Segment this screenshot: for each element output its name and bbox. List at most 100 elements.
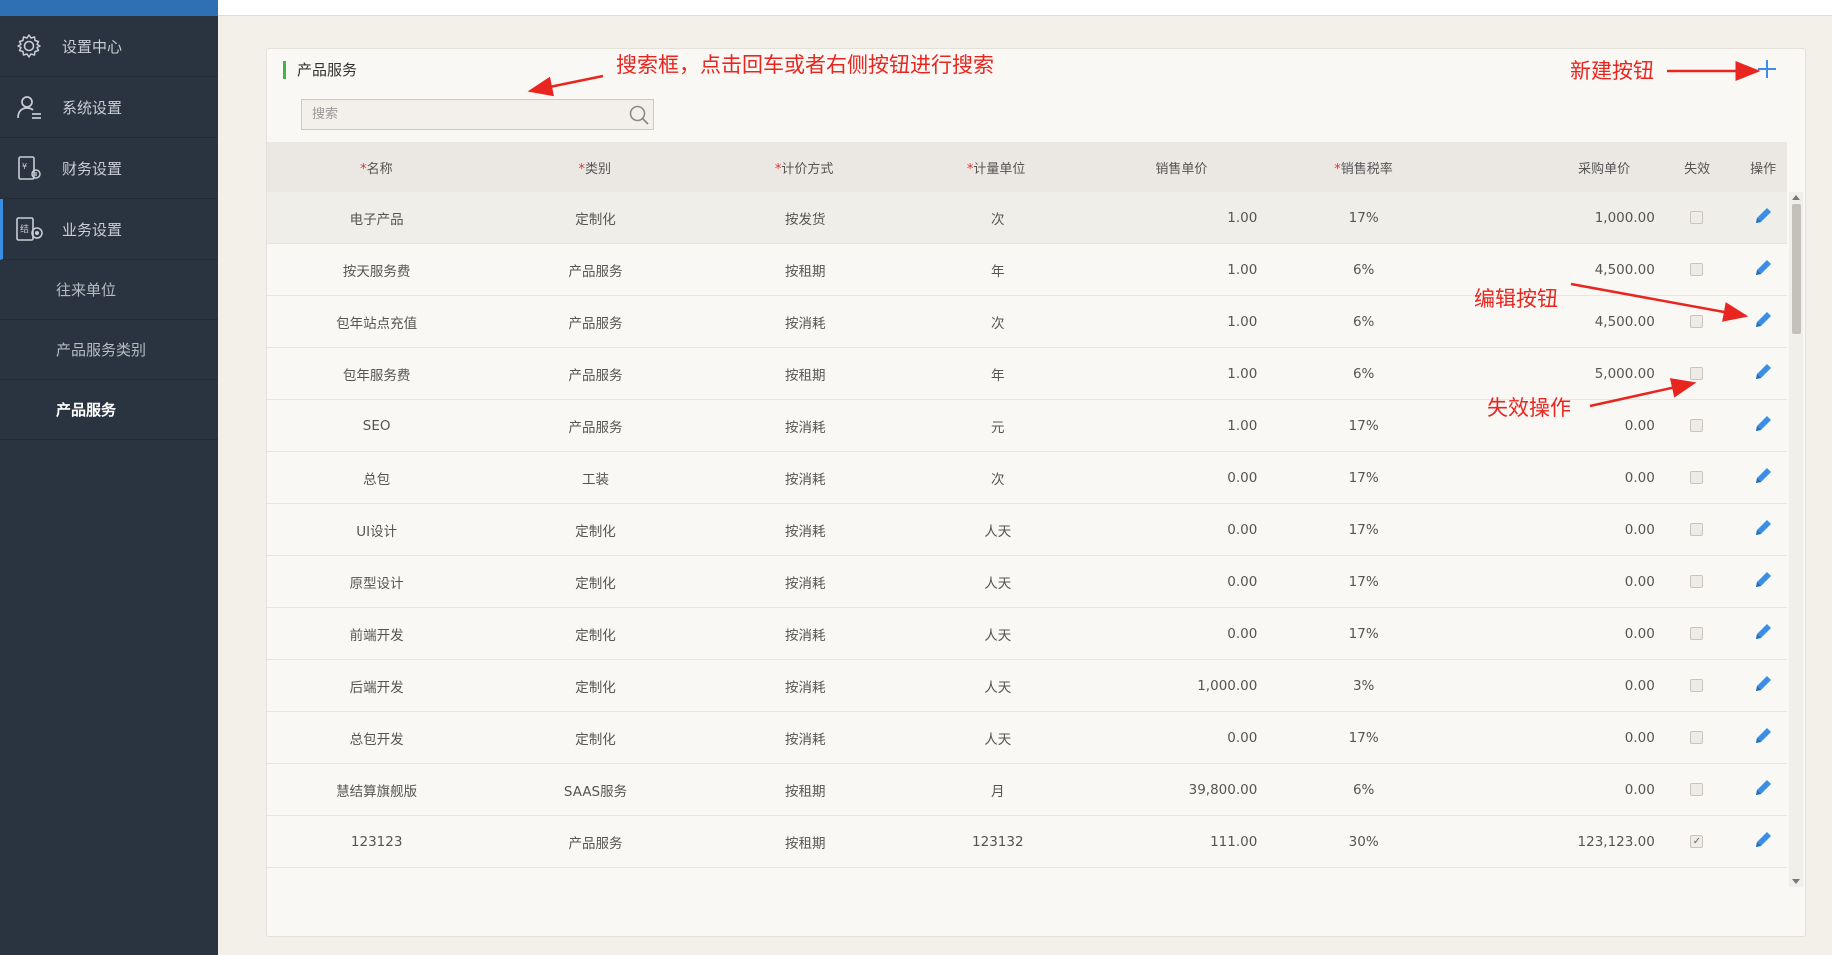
sidebar-subitem-product-categories[interactable]: 产品服务类别 [0,320,218,380]
cell-pricing: 按消耗 [785,731,826,748]
table-row[interactable]: UI设计 定制化 按消耗 人天 0.00 17% 0.00 [267,504,1787,556]
cell-name: 总包 [363,471,391,488]
col-header-type[interactable]: *类别 [486,158,704,177]
cell-invalid [1655,471,1739,484]
invalid-checkbox[interactable] [1690,575,1704,588]
table-row[interactable]: 慧结算旗舰版 SAAS服务 按租期 月 39,800.00 6% 0.00 [267,764,1787,816]
cell-action [1739,361,1787,387]
table-row[interactable]: 电子产品 定制化 按发货 次 1.00 17% 1,000.00 [267,192,1787,244]
cell-sale-price: 1.00 [1227,209,1258,226]
cell-unit: 123132 [972,833,1024,850]
sidebar-subitem-products[interactable]: 产品服务 [0,380,218,440]
edit-pencil-icon[interactable] [1752,569,1774,591]
table-row[interactable]: 总包 工装 按消耗 次 0.00 17% 0.00 [267,452,1787,504]
sidebar-item-finance-settings[interactable]: ¥ 财务设置 [0,138,218,199]
invalid-checkbox[interactable] [1690,523,1704,536]
cell-type: 产品服务 [568,263,623,280]
invalid-checkbox[interactable] [1690,263,1704,276]
cell-action [1739,257,1787,283]
cell-sale-price: 0.00 [1227,469,1258,486]
table-row[interactable]: 按天服务费 产品服务 按租期 年 1.00 6% 4,500.00 [267,244,1787,296]
table-row[interactable]: 后端开发 定制化 按消耗 人天 1,000.00 3% 0.00 [267,660,1787,712]
edit-pencil-icon[interactable] [1752,725,1774,747]
sidebar-item-label: 财务设置 [62,159,123,178]
svg-text:¥: ¥ [22,162,27,171]
cell-tax: 30% [1348,833,1379,850]
cell-invalid [1655,783,1739,796]
edit-pencil-icon[interactable] [1752,413,1774,435]
cell-purchase-price: 0.00 [1624,625,1655,642]
edit-pencil-icon[interactable] [1752,777,1774,799]
edit-pencil-icon[interactable] [1752,829,1774,851]
cell-name: 包年站点充值 [336,315,418,332]
cell-name: 前端开发 [349,627,404,644]
table-row[interactable]: 123123 产品服务 按租期 123132 111.00 30% 123,12… [267,816,1787,868]
cell-pricing: 按消耗 [785,471,826,488]
col-header-invalid[interactable]: 失效 [1655,158,1739,177]
table-row[interactable]: 总包开发 定制化 按消耗 人天 0.00 17% 0.00 [267,712,1787,764]
col-header-sale-price[interactable]: 销售单价 [1088,158,1257,177]
cell-type: 定制化 [575,211,616,228]
search-input[interactable] [302,100,653,129]
cell-purchase-price: 1,000.00 [1594,209,1655,226]
scroll-thumb[interactable] [1792,204,1801,334]
invalid-checkbox[interactable] [1690,367,1704,380]
cell-tax: 17% [1348,521,1379,538]
sidebar-item-settings-center[interactable]: 设置中心 [0,16,218,77]
edit-pencil-icon[interactable] [1752,465,1774,487]
cell-sale-price: 0.00 [1227,625,1258,642]
cell-type: 定制化 [575,523,616,540]
col-header-purchase-price[interactable]: 采购单价 [1470,158,1656,177]
add-button[interactable] [1755,57,1779,81]
search-icon[interactable] [628,104,650,126]
cell-type: 定制化 [575,731,616,748]
invalid-checkbox[interactable] [1690,783,1704,796]
invalid-checkbox[interactable] [1690,211,1704,224]
cell-pricing: 按消耗 [785,419,826,436]
table-row[interactable]: 包年站点充值 产品服务 按消耗 次 1.00 6% 4,500.00 [267,296,1787,348]
invalid-checkbox[interactable] [1690,627,1704,640]
cell-unit: 月 [991,783,1005,800]
cell-purchase-price: 5,000.00 [1594,365,1655,382]
annotation-create: 新建按钮 [1570,59,1654,83]
invalid-checkbox[interactable] [1690,315,1704,328]
table-header: *名称 *类别 *计价方式 *计量单位 销售单价 *销售税率 采购单价 失效 操… [267,142,1787,192]
cell-pricing: 按租期 [785,263,826,280]
invalid-checkbox[interactable] [1690,835,1704,848]
edit-pencil-icon[interactable] [1752,205,1774,227]
table-row[interactable]: 前端开发 定制化 按消耗 人天 0.00 17% 0.00 [267,608,1787,660]
col-header-tax[interactable]: *销售税率 [1257,158,1469,177]
cell-tax: 17% [1348,573,1379,590]
scroll-down-arrow-icon[interactable] [1792,879,1800,884]
col-header-unit[interactable]: *计量单位 [904,158,1087,177]
cell-type: 定制化 [575,679,616,696]
cell-action [1739,413,1787,439]
table-scrollbar[interactable] [1789,192,1803,887]
edit-pencil-icon[interactable] [1752,361,1774,383]
cell-invalid [1655,575,1739,588]
col-header-name[interactable]: *名称 [267,158,486,177]
invalid-checkbox[interactable] [1690,731,1704,744]
cell-sale-price: 1.00 [1227,313,1258,330]
cell-name: 电子产品 [349,211,404,228]
cell-name: 原型设计 [349,575,404,592]
edit-pencil-icon[interactable] [1752,517,1774,539]
sidebar-subitem-partners[interactable]: 往来单位 [0,260,218,320]
table-row[interactable]: 原型设计 定制化 按消耗 人天 0.00 17% 0.00 [267,556,1787,608]
top-bar [218,0,1832,16]
edit-pencil-icon[interactable] [1752,257,1774,279]
sidebar-item-business-settings[interactable]: 结 业务设置 [0,199,218,260]
cell-tax: 6% [1352,313,1375,330]
col-header-pricing[interactable]: *计价方式 [704,158,905,177]
edit-pencil-icon[interactable] [1752,309,1774,331]
cell-sale-price: 0.00 [1227,729,1258,746]
annotation-edit: 编辑按钮 [1474,287,1558,311]
edit-pencil-icon[interactable] [1752,621,1774,643]
sidebar-item-label: 系统设置 [62,98,123,117]
edit-pencil-icon[interactable] [1752,673,1774,695]
invalid-checkbox[interactable] [1690,679,1704,692]
invalid-checkbox[interactable] [1690,419,1704,432]
invalid-checkbox[interactable] [1690,471,1704,484]
scroll-up-arrow-icon[interactable] [1792,195,1800,200]
sidebar-item-system-settings[interactable]: 系统设置 [0,77,218,138]
